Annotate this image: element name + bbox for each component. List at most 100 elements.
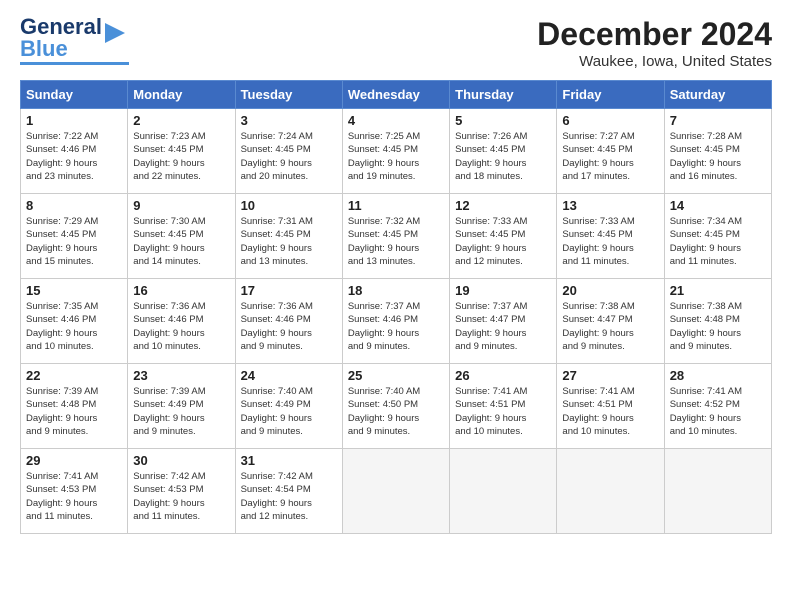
day-info: Sunrise: 7:39 AM Sunset: 4:48 PM Dayligh… (26, 385, 122, 438)
header-tuesday: Tuesday (235, 81, 342, 109)
header-sunday: Sunday (21, 81, 128, 109)
location: Waukee, Iowa, United States (537, 53, 772, 70)
day-number: 31 (241, 453, 337, 468)
header: GeneralBlue December 2024 Waukee, Iowa, … (20, 16, 772, 70)
day-number: 15 (26, 283, 122, 298)
calendar-cell: 19Sunrise: 7:37 AM Sunset: 4:47 PM Dayli… (450, 279, 557, 364)
day-info: Sunrise: 7:41 AM Sunset: 4:52 PM Dayligh… (670, 385, 766, 438)
day-info: Sunrise: 7:30 AM Sunset: 4:45 PM Dayligh… (133, 215, 229, 268)
calendar-cell: 17Sunrise: 7:36 AM Sunset: 4:46 PM Dayli… (235, 279, 342, 364)
calendar-cell: 26 Sunrise: 7:41 AM Sunset: 4:51 PM Dayli… (450, 364, 557, 449)
day-number: 3 (241, 113, 337, 128)
day-number: 12 (455, 198, 551, 213)
day-info: Sunrise: 7:39 AM Sunset: 4:49 PM Dayligh… (133, 385, 229, 438)
day-info: Sunrise: 7:22 AM Sunset: 4:46 PM Dayligh… (26, 130, 122, 183)
day-number: 5 (455, 113, 551, 128)
title-section: December 2024 Waukee, Iowa, United State… (537, 16, 772, 70)
calendar-cell: 27Sunrise: 7:41 AM Sunset: 4:51 PM Dayli… (557, 364, 664, 449)
day-info: Sunrise: 7:37 AM Sunset: 4:47 PM Dayligh… (455, 300, 551, 353)
day-info: Sunrise: 7:41 AM Sunset: 4:51 PM Dayligh… (455, 385, 551, 438)
day-number: 20 (562, 283, 658, 298)
calendar-cell: 4 Sunrise: 7:25 AM Sunset: 4:45 PM Daylig… (342, 109, 449, 194)
calendar-cell (557, 449, 664, 534)
day-number: 2 (133, 113, 229, 128)
header-wednesday: Wednesday (342, 81, 449, 109)
day-number: 4 (348, 113, 444, 128)
day-info: Sunrise: 7:29 AM Sunset: 4:45 PM Dayligh… (26, 215, 122, 268)
header-thursday: Thursday (450, 81, 557, 109)
day-info: Sunrise: 7:40 AM Sunset: 4:50 PM Dayligh… (348, 385, 444, 438)
calendar-table: Sunday Monday Tuesday Wednesday Thursday… (20, 80, 772, 534)
calendar-cell: 24Sunrise: 7:40 AM Sunset: 4:49 PM Dayli… (235, 364, 342, 449)
calendar-cell: 31 Sunrise: 7:42 AM Sunset: 4:54 PM Dayli… (235, 449, 342, 534)
day-number: 26 (455, 368, 551, 383)
calendar-cell: 20 Sunrise: 7:38 AM Sunset: 4:47 PM Dayli… (557, 279, 664, 364)
day-info: Sunrise: 7:33 AM Sunset: 4:45 PM Dayligh… (455, 215, 551, 268)
calendar-cell: 25 Sunrise: 7:40 AM Sunset: 4:50 PM Dayli… (342, 364, 449, 449)
day-info: Sunrise: 7:28 AM Sunset: 4:45 PM Dayligh… (670, 130, 766, 183)
logo-arrow-icon (105, 19, 129, 47)
calendar-cell: 6 Sunrise: 7:27 AM Sunset: 4:45 PM Daylig… (557, 109, 664, 194)
day-number: 28 (670, 368, 766, 383)
day-info: Sunrise: 7:27 AM Sunset: 4:45 PM Dayligh… (562, 130, 658, 183)
calendar-week-row: 15 Sunrise: 7:35 AM Sunset: 4:46 PM Dayli… (21, 279, 772, 364)
day-info: Sunrise: 7:24 AM Sunset: 4:45 PM Dayligh… (241, 130, 337, 183)
day-info: Sunrise: 7:35 AM Sunset: 4:46 PM Dayligh… (26, 300, 122, 353)
calendar-cell (342, 449, 449, 534)
day-info: Sunrise: 7:41 AM Sunset: 4:53 PM Dayligh… (26, 470, 122, 523)
day-info: Sunrise: 7:37 AM Sunset: 4:46 PM Dayligh… (348, 300, 444, 353)
month-title: December 2024 (537, 16, 772, 53)
calendar-cell: 9 Sunrise: 7:30 AM Sunset: 4:45 PM Daylig… (128, 194, 235, 279)
day-number: 18 (348, 283, 444, 298)
calendar-cell: 12 Sunrise: 7:33 AM Sunset: 4:45 PM Dayli… (450, 194, 557, 279)
calendar-cell: 2 Sunrise: 7:23 AM Sunset: 4:45 PM Daylig… (128, 109, 235, 194)
day-number: 6 (562, 113, 658, 128)
day-number: 13 (562, 198, 658, 213)
calendar-cell: 14Sunrise: 7:34 AM Sunset: 4:45 PM Dayli… (664, 194, 771, 279)
day-info: Sunrise: 7:25 AM Sunset: 4:45 PM Dayligh… (348, 130, 444, 183)
day-number: 24 (241, 368, 337, 383)
day-info: Sunrise: 7:34 AM Sunset: 4:45 PM Dayligh… (670, 215, 766, 268)
calendar-cell: 7 Sunrise: 7:28 AM Sunset: 4:45 PM Daylig… (664, 109, 771, 194)
day-number: 21 (670, 283, 766, 298)
day-number: 27 (562, 368, 658, 383)
day-info: Sunrise: 7:42 AM Sunset: 4:54 PM Dayligh… (241, 470, 337, 523)
day-info: Sunrise: 7:31 AM Sunset: 4:45 PM Dayligh… (241, 215, 337, 268)
calendar-cell: 3 Sunrise: 7:24 AM Sunset: 4:45 PM Daylig… (235, 109, 342, 194)
day-number: 25 (348, 368, 444, 383)
day-info: Sunrise: 7:23 AM Sunset: 4:45 PM Dayligh… (133, 130, 229, 183)
calendar-cell: 23 Sunrise: 7:39 AM Sunset: 4:49 PM Dayli… (128, 364, 235, 449)
logo-underline (20, 62, 129, 65)
day-number: 10 (241, 198, 337, 213)
header-monday: Monday (128, 81, 235, 109)
day-info: Sunrise: 7:32 AM Sunset: 4:45 PM Dayligh… (348, 215, 444, 268)
day-number: 16 (133, 283, 229, 298)
day-info: Sunrise: 7:33 AM Sunset: 4:45 PM Dayligh… (562, 215, 658, 268)
calendar-week-row: 8Sunrise: 7:29 AM Sunset: 4:45 PM Daylig… (21, 194, 772, 279)
calendar-week-row: 29 Sunrise: 7:41 AM Sunset: 4:53 PM Dayli… (21, 449, 772, 534)
day-info: Sunrise: 7:38 AM Sunset: 4:47 PM Dayligh… (562, 300, 658, 353)
day-number: 22 (26, 368, 122, 383)
calendar-cell: 16 Sunrise: 7:36 AM Sunset: 4:46 PM Dayli… (128, 279, 235, 364)
day-info: Sunrise: 7:38 AM Sunset: 4:48 PM Dayligh… (670, 300, 766, 353)
header-row: Sunday Monday Tuesday Wednesday Thursday… (21, 81, 772, 109)
calendar-cell: 18 Sunrise: 7:37 AM Sunset: 4:46 PM Dayli… (342, 279, 449, 364)
day-number: 11 (348, 198, 444, 213)
day-number: 17 (241, 283, 337, 298)
calendar-cell: 8Sunrise: 7:29 AM Sunset: 4:45 PM Daylig… (21, 194, 128, 279)
day-number: 29 (26, 453, 122, 468)
calendar-cell: 11 Sunrise: 7:32 AM Sunset: 4:45 PM Dayli… (342, 194, 449, 279)
day-info: Sunrise: 7:36 AM Sunset: 4:46 PM Dayligh… (133, 300, 229, 353)
calendar-cell: 1Sunrise: 7:22 AM Sunset: 4:46 PM Daylig… (21, 109, 128, 194)
calendar-cell: 29 Sunrise: 7:41 AM Sunset: 4:53 PM Dayli… (21, 449, 128, 534)
page: GeneralBlue December 2024 Waukee, Iowa, … (0, 0, 792, 544)
calendar-cell (450, 449, 557, 534)
day-number: 9 (133, 198, 229, 213)
day-info: Sunrise: 7:26 AM Sunset: 4:45 PM Dayligh… (455, 130, 551, 183)
day-number: 23 (133, 368, 229, 383)
logo: GeneralBlue (20, 16, 129, 65)
logo-blue-text: Blue (20, 36, 68, 61)
calendar-cell: 15 Sunrise: 7:35 AM Sunset: 4:46 PM Dayli… (21, 279, 128, 364)
day-number: 7 (670, 113, 766, 128)
calendar-week-row: 22 Sunrise: 7:39 AM Sunset: 4:48 PM Dayli… (21, 364, 772, 449)
